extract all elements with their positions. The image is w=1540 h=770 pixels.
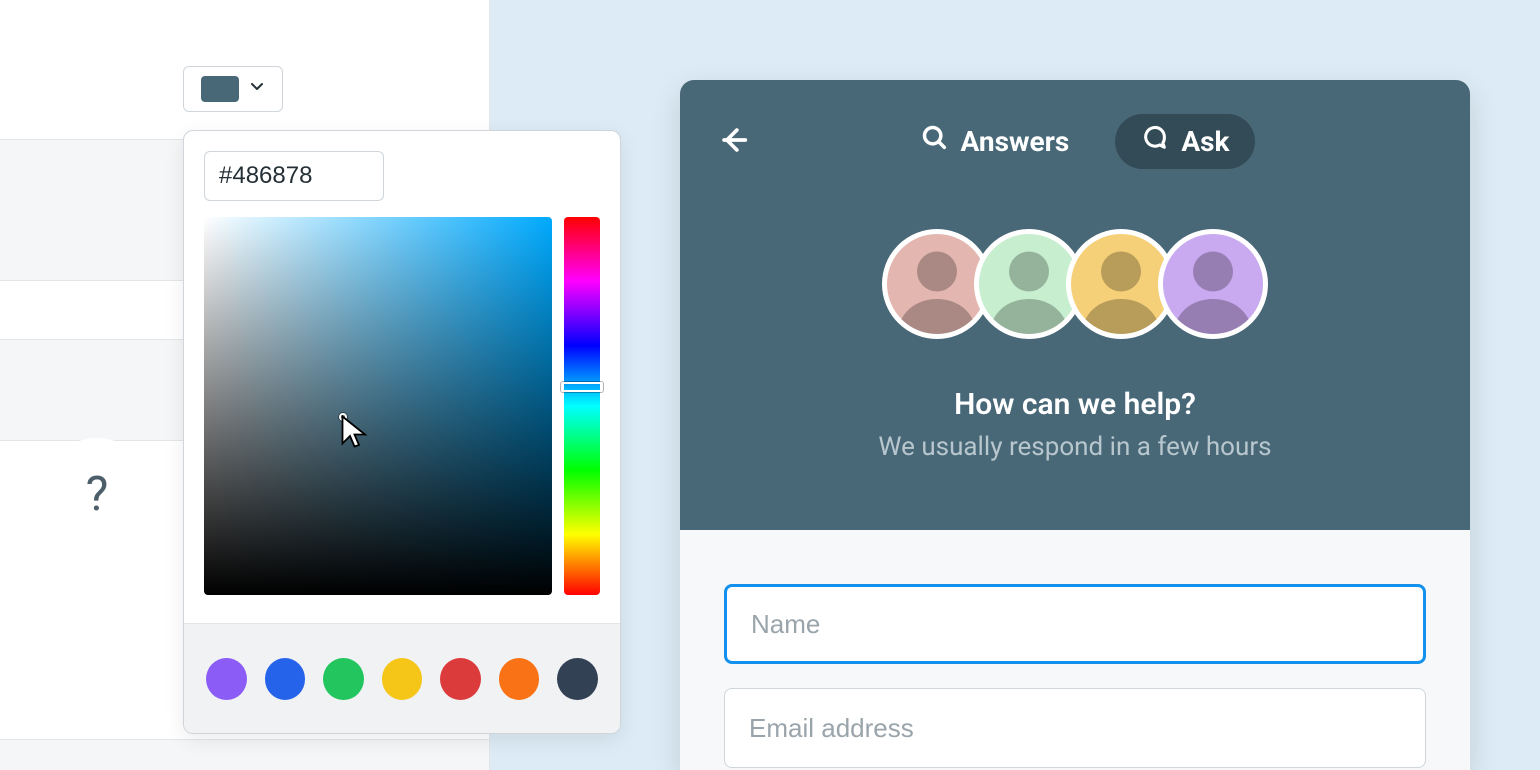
tab-ask[interactable]: Ask	[1115, 114, 1255, 169]
preset-purple[interactable]	[206, 658, 247, 700]
hue-slider[interactable]	[564, 217, 600, 595]
sv-indicator[interactable]	[339, 413, 347, 421]
widget-title: How can we help?	[954, 387, 1196, 422]
preset-row	[184, 623, 620, 733]
help-fab[interactable]: ?	[42, 438, 152, 548]
color-dropdown-trigger[interactable]	[183, 66, 283, 112]
chevron-down-icon	[249, 79, 265, 99]
agent-avatars	[882, 229, 1268, 339]
widget-tabs: Answers Ask	[718, 114, 1432, 169]
tab-answers[interactable]: Answers	[895, 114, 1096, 169]
avatar	[1158, 229, 1268, 339]
tab-label: Ask	[1181, 125, 1229, 158]
widget-body	[680, 530, 1470, 770]
chat-icon	[1141, 124, 1169, 159]
settings-row	[0, 0, 489, 140]
widget-header: Answers Ask How can we help? We usually …	[680, 80, 1470, 530]
hue-thumb[interactable]	[561, 382, 603, 392]
preset-green[interactable]	[323, 658, 364, 700]
name-field[interactable]	[724, 584, 1426, 664]
help-widget: Answers Ask How can we help? We usually …	[680, 80, 1470, 770]
cursor-icon	[341, 415, 371, 459]
preset-blue[interactable]	[265, 658, 306, 700]
saturation-value-field[interactable]	[204, 217, 552, 595]
widget-subtitle: We usually respond in a few hours	[878, 432, 1271, 462]
preset-red[interactable]	[440, 658, 481, 700]
color-swatch	[201, 76, 239, 102]
hex-input[interactable]	[204, 151, 384, 201]
preset-yellow[interactable]	[382, 658, 423, 700]
color-picker-popover	[183, 130, 621, 734]
tab-label: Answers	[961, 125, 1070, 158]
search-icon	[921, 124, 949, 159]
email-field[interactable]	[724, 688, 1426, 768]
preset-slate[interactable]	[557, 658, 598, 700]
question-icon: ?	[86, 465, 109, 522]
back-button[interactable]	[714, 120, 754, 160]
preset-orange[interactable]	[499, 658, 540, 700]
